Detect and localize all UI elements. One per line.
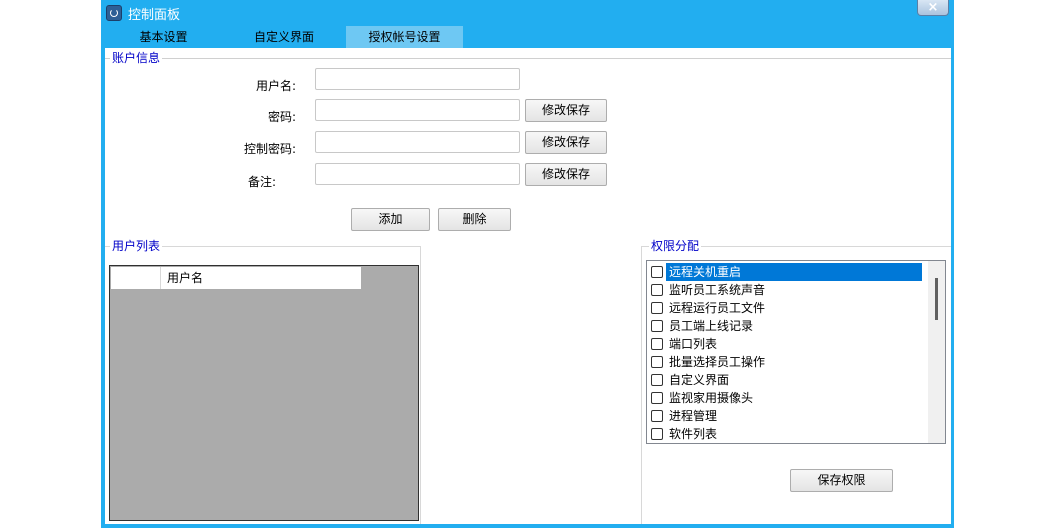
save-note-button[interactable]: 修改保存 <box>525 163 607 186</box>
tab-basic-settings[interactable]: 基本设置 <box>101 26 226 48</box>
control-password-label: 控制密码: <box>243 142 296 156</box>
checkbox[interactable] <box>651 320 663 332</box>
permission-item[interactable]: 远程关机重启 <box>649 263 929 281</box>
user-list-header: 用户名 <box>111 267 361 289</box>
checkbox[interactable] <box>651 410 663 422</box>
permission-label: 远程关机重启 <box>666 263 922 281</box>
checkbox[interactable] <box>651 266 663 278</box>
window-title: 控制面板 <box>128 8 181 23</box>
permissions-legend: 权限分配 <box>649 239 702 253</box>
save-control-password-button[interactable]: 修改保存 <box>525 131 607 154</box>
password-input[interactable] <box>315 99 520 121</box>
permission-label: 员工端上线记录 <box>669 319 754 333</box>
tab-authorized-accounts[interactable]: 授权帐号设置 <box>346 26 463 48</box>
checkbox[interactable] <box>651 374 663 386</box>
checkbox[interactable] <box>651 302 663 314</box>
permissions-checklist[interactable]: 远程关机重启 监听员工系统声音 远程运行员工文件 员工端上线记录 端口列表 批量… <box>646 260 946 444</box>
permission-label: 软件列表 <box>669 427 718 441</box>
permission-item[interactable]: 监视家用摄像头 <box>649 389 929 407</box>
permission-label: 监视家用摄像头 <box>669 391 754 405</box>
delete-button[interactable]: 删除 <box>438 208 511 231</box>
note-label: 备注: <box>247 175 276 189</box>
account-info-legend: 账户信息 <box>110 51 163 65</box>
scrollbar-thumb[interactable] <box>935 278 938 320</box>
control-password-input[interactable] <box>315 131 520 153</box>
permission-label: 进程管理 <box>669 409 718 423</box>
tab-bar: 基本设置 自定义界面 授权帐号设置 <box>101 26 954 48</box>
permission-label: 自定义界面 <box>669 373 730 387</box>
close-button[interactable]: × <box>917 0 949 16</box>
save-password-button[interactable]: 修改保存 <box>525 99 607 122</box>
tab-content: 账户信息 用户名: 密码: 修改保存 控制密码: 修改保存 备注: 修改保存 添… <box>105 48 951 524</box>
column-header-username[interactable]: 用户名 <box>161 267 203 289</box>
checkbox[interactable] <box>651 338 663 350</box>
permission-label: 批量选择员工操作 <box>669 355 766 369</box>
password-label: 密码: <box>267 110 296 124</box>
checkbox[interactable] <box>651 284 663 296</box>
save-permissions-button[interactable]: 保存权限 <box>790 469 893 492</box>
permission-item[interactable]: 自定义界面 <box>649 371 929 389</box>
permission-label: 监听员工系统声音 <box>669 283 766 297</box>
checkbox[interactable] <box>651 392 663 404</box>
tab-custom-interface[interactable]: 自定义界面 <box>226 26 342 48</box>
permission-item[interactable]: 进程管理 <box>649 407 929 425</box>
permission-item[interactable]: 端口列表 <box>649 335 929 353</box>
add-button[interactable]: 添加 <box>351 208 430 231</box>
permission-item[interactable]: 软件列表 <box>649 425 929 443</box>
permission-label: 远程运行员工文件 <box>669 301 766 315</box>
column-header-index[interactable] <box>111 267 161 289</box>
account-info-group-line <box>105 58 951 59</box>
checkbox[interactable] <box>651 428 663 440</box>
checkbox[interactable] <box>651 356 663 368</box>
user-list-view[interactable]: 用户名 <box>109 265 419 521</box>
note-input[interactable] <box>315 163 520 185</box>
permission-item[interactable]: 批量选择员工操作 <box>649 353 929 371</box>
permission-item[interactable]: 监听员工系统声音 <box>649 281 929 299</box>
vertical-scrollbar[interactable] <box>928 261 945 443</box>
control-panel-window: 控制面板 × 基本设置 自定义界面 授权帐号设置 账户信息 用户名: 密码: 修… <box>101 0 954 528</box>
permission-item[interactable]: 员工端上线记录 <box>649 317 929 335</box>
title-bar[interactable]: 控制面板 × <box>101 0 954 26</box>
user-list-legend: 用户列表 <box>110 239 163 253</box>
username-input[interactable] <box>315 68 520 90</box>
app-icon <box>106 5 122 21</box>
permission-label: 端口列表 <box>669 337 718 351</box>
permission-item[interactable]: 远程运行员工文件 <box>649 299 929 317</box>
username-label: 用户名: <box>255 79 296 93</box>
